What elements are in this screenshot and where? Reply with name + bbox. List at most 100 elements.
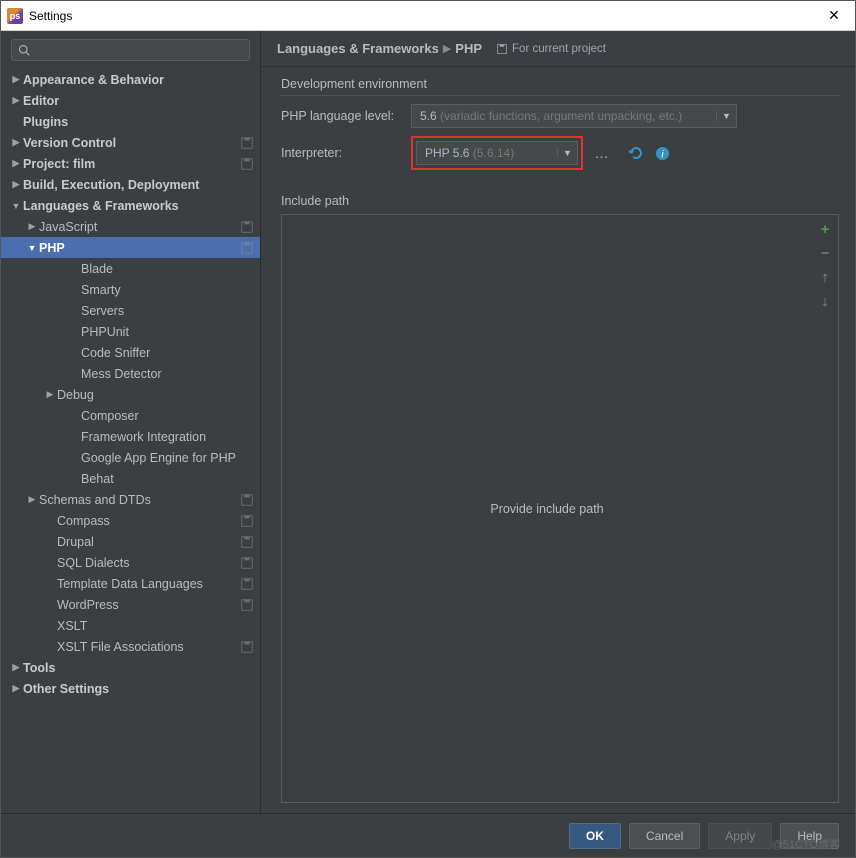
breadcrumb-part[interactable]: Languages & Frameworks [277,41,439,56]
tree-item-label: Google App Engine for PHP [81,451,260,465]
project-scope-icon [240,640,254,654]
tree-item[interactable]: Compass [1,510,260,531]
settings-tree: ▶Appearance & Behavior▶EditorPlugins▶Ver… [1,69,260,813]
project-scope-icon [240,535,254,549]
tree-item[interactable]: SQL Dialects [1,552,260,573]
search-input[interactable] [11,39,250,61]
tree-item-label: WordPress [57,598,240,612]
tree-item-label: Schemas and DTDs [39,493,240,507]
browse-button[interactable]: … [591,142,613,164]
tree-item[interactable]: XSLT File Associations [1,636,260,657]
apply-button[interactable]: Apply [708,823,772,849]
chevron-right-icon: ▶ [25,221,39,232]
search-icon [18,44,30,56]
tree-item[interactable]: ▶Tools [1,657,260,678]
tree-item-label: Plugins [23,115,260,129]
dialog-footer: OK Cancel Apply Help @51CTO博客 [1,813,855,857]
remove-icon[interactable]: − [817,245,833,261]
chevron-right-icon: ▶ [9,158,23,169]
info-icon[interactable]: i [653,144,671,162]
tree-item[interactable]: Smarty [1,279,260,300]
chevron-right-icon: ▶ [9,95,23,106]
project-icon [496,43,508,55]
tree-item-label: Servers [81,304,260,318]
project-scope-icon [240,493,254,507]
tree-item-label: Debug [57,388,260,402]
project-scope-icon [240,220,254,234]
tree-item[interactable]: Code Sniffer [1,342,260,363]
project-scope-hint: For current project [496,43,606,55]
tree-item[interactable]: ▶Other Settings [1,678,260,699]
cancel-button[interactable]: Cancel [629,823,700,849]
tree-item-label: Tools [23,661,260,675]
tree-item[interactable]: Google App Engine for PHP [1,447,260,468]
tree-item-label: Compass [57,514,240,528]
ok-button[interactable]: OK [569,823,621,849]
lang-level-select[interactable]: 5.6 (variadic functions, argument unpack… [411,104,737,128]
settings-main: Languages & Frameworks ▶ PHP For current… [261,31,855,813]
window-title: Settings [29,9,819,23]
tree-item[interactable]: ▶Debug [1,384,260,405]
tree-item[interactable]: ▶Version Control [1,132,260,153]
project-scope-icon [240,598,254,612]
tree-item[interactable]: Plugins [1,111,260,132]
tree-item-label: Behat [81,472,260,486]
help-button[interactable]: Help [780,823,839,849]
tree-item-label: Languages & Frameworks [23,199,260,213]
lang-level-label: PHP language level: [281,109,411,123]
tree-item[interactable]: ▶JavaScript [1,216,260,237]
highlight-box: PHP 5.6 (5.6.14) ▼ [411,136,583,170]
tree-item-label: Version Control [23,136,240,150]
breadcrumb-sep-icon: ▶ [443,42,451,55]
add-icon[interactable]: + [817,221,833,237]
chevron-down-icon: ▼ [25,243,39,253]
tree-item-label: Project: film [23,157,240,171]
tree-item-label: Framework Integration [81,430,260,444]
chevron-down-icon: ▼ [9,201,23,211]
chevron-right-icon: ▶ [9,74,23,85]
include-path-label: Include path [261,174,855,214]
tree-item[interactable]: ▶Schemas and DTDs [1,489,260,510]
tree-item[interactable]: Composer [1,405,260,426]
move-down-icon[interactable]: ↓ [817,293,833,309]
tree-item[interactable]: PHPUnit [1,321,260,342]
tree-item[interactable]: ▼PHP [1,237,260,258]
breadcrumb-part: PHP [455,41,482,56]
tree-item[interactable]: Framework Integration [1,426,260,447]
tree-item-label: XSLT [57,619,260,633]
tree-item[interactable]: ▶Editor [1,90,260,111]
close-icon[interactable]: ✕ [819,7,849,24]
tree-item[interactable]: Drupal [1,531,260,552]
tree-item[interactable]: ▶Appearance & Behavior [1,69,260,90]
tree-item[interactable]: Servers [1,300,260,321]
tree-item[interactable]: Template Data Languages [1,573,260,594]
project-scope-icon [240,136,254,150]
section-label: Development environment [261,67,855,95]
tree-item-label: Editor [23,94,260,108]
tree-item[interactable]: ▶Project: film [1,153,260,174]
project-scope-icon [240,241,254,255]
project-scope-icon [240,577,254,591]
include-path-placeholder: Provide include path [282,215,812,802]
tree-item[interactable]: Behat [1,468,260,489]
refresh-icon[interactable] [627,144,645,162]
interpreter-select[interactable]: PHP 5.6 (5.6.14) ▼ [416,141,578,165]
tree-item-label: Build, Execution, Deployment [23,178,260,192]
tree-item[interactable]: ▼Languages & Frameworks [1,195,260,216]
tree-item[interactable]: ▶Build, Execution, Deployment [1,174,260,195]
project-scope-icon [240,157,254,171]
tree-item-label: Other Settings [23,682,260,696]
tree-item[interactable]: Mess Detector [1,363,260,384]
tree-item[interactable]: XSLT [1,615,260,636]
project-scope-icon [240,514,254,528]
tree-item-label: Composer [81,409,260,423]
include-path-list[interactable]: Provide include path + − ↑ ↓ [281,214,839,803]
tree-item-label: SQL Dialects [57,556,240,570]
tree-item-label: Blade [81,262,260,276]
tree-item[interactable]: Blade [1,258,260,279]
titlebar: ps Settings ✕ [1,1,855,31]
tree-item-label: Appearance & Behavior [23,73,260,87]
move-up-icon[interactable]: ↑ [817,269,833,285]
tree-item-label: JavaScript [39,220,240,234]
tree-item[interactable]: WordPress [1,594,260,615]
